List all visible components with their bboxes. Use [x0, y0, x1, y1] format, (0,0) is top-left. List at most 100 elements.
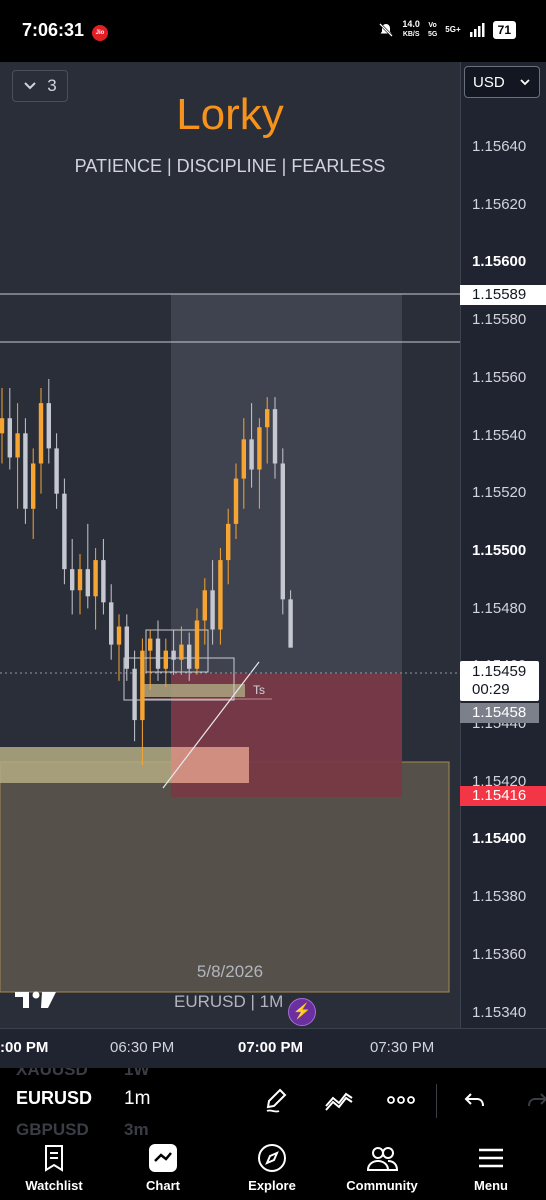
nav-chart-label: Chart: [146, 1178, 180, 1193]
price-tick-label: 1.15580: [472, 311, 527, 329]
price-tick-label: 1.15620: [472, 195, 527, 213]
indicators-button[interactable]: [324, 1085, 354, 1115]
mute-bell-icon: [379, 22, 394, 37]
time-tick-label: :00 PM: [0, 1039, 49, 1056]
candle-body: [101, 560, 106, 603]
price-tick-label: 1.15640: [472, 138, 527, 155]
candle-body: [163, 650, 168, 669]
bottom-navigation: Watchlist Chart Explore Community Menu: [0, 1136, 546, 1200]
candle-body: [155, 638, 161, 669]
brand-title: Lorky: [176, 90, 284, 139]
candle-body: [210, 590, 215, 630]
interval-picker-below[interactable]: 3m: [124, 1120, 149, 1136]
candlestick-chart[interactable]: [0, 62, 460, 1028]
price-tick-label: 1.15380: [472, 888, 527, 906]
currency-value: USD: [473, 74, 505, 91]
price-tick-label: 1.15520: [472, 484, 527, 502]
price-tick-label: 1.15340: [472, 1003, 527, 1021]
candle-body: [265, 409, 270, 428]
candle-body: [194, 620, 200, 669]
candle-body: [31, 463, 36, 509]
nav-explore-label: Explore: [248, 1178, 296, 1193]
symbol-picker[interactable]: EURUSD: [16, 1088, 92, 1109]
redo-icon: [528, 1093, 546, 1107]
current-price: 1.15459: [472, 663, 527, 680]
price-tick-label: 1.15400: [472, 830, 527, 848]
price-axis[interactable]: 1.15640 1.15620 1.15600 1.15580 1.15560 1.155…: [460, 62, 546, 1028]
candle-body: [202, 590, 207, 621]
compass-icon: [258, 1144, 286, 1172]
ts-zone: [143, 684, 245, 697]
candle-body: [46, 403, 51, 449]
nav-community-label: Community: [346, 1178, 418, 1193]
price-tick-label: 1.15500: [472, 541, 527, 559]
price-tick-label: 1.15600: [472, 253, 527, 271]
candle-body: [109, 602, 114, 645]
nav-explore[interactable]: Explore: [227, 1142, 317, 1193]
pen-icon: [266, 1088, 287, 1113]
interval-picker-above[interactable]: 1W: [124, 1068, 150, 1080]
time-tick-label: 07:30 PM: [370, 1039, 435, 1056]
battery-indicator: 71: [492, 20, 516, 39]
candle-body: [288, 599, 293, 648]
brand-subtitle: PATIENCE | DISCIPLINE | FEARLESS: [74, 156, 386, 176]
order-block-zone-highlight: [171, 747, 249, 783]
watchlist-icon: [45, 1145, 63, 1172]
chevron-down-icon: [520, 79, 530, 86]
nav-menu[interactable]: Menu: [446, 1142, 536, 1193]
undo-button[interactable]: [460, 1085, 490, 1115]
candle-body: [187, 644, 192, 669]
watermark-symbol: EURUSD | 1M: [174, 992, 284, 1011]
nav-watchlist-label: Watchlist: [25, 1178, 83, 1193]
more-horizontal-icon: [387, 1096, 415, 1104]
candle-body: [241, 439, 246, 479]
candle-body: [93, 560, 98, 597]
nav-community[interactable]: Community: [337, 1142, 427, 1193]
price-tick-label: 1.15480: [472, 599, 527, 617]
chart-toolbar: XAUUSD 1W EURUSD 1m GBPUSD 3m: [0, 1068, 546, 1136]
candle-body: [140, 650, 145, 721]
price-tick-label: 1.15360: [472, 945, 527, 963]
status-time: 7:06:31: [22, 20, 85, 40]
nav-chart[interactable]: Chart: [118, 1142, 208, 1193]
candle-body: [132, 668, 137, 721]
community-icon: [366, 1147, 398, 1171]
volte-indicator: Vo 5G: [427, 21, 438, 38]
bar-countdown: 00:29: [472, 681, 510, 698]
more-options-button[interactable]: [386, 1085, 416, 1115]
candle-body: [124, 626, 129, 669]
ts-label: Ts: [253, 683, 265, 697]
price-tag-previous: 1.15458: [460, 703, 539, 723]
candle-body: [280, 463, 285, 600]
candle-body: [77, 569, 83, 591]
lightning-button[interactable]: ⚡: [288, 998, 316, 1026]
carrier-badge: Jio: [92, 25, 108, 41]
symbol-picker-above[interactable]: XAUUSD: [16, 1068, 88, 1080]
nav-watchlist[interactable]: Watchlist: [9, 1142, 99, 1193]
candle-body: [0, 418, 5, 434]
candle-body: [148, 638, 153, 651]
chart-canvas[interactable]: 3 Lorky PATIENCE | DISCIPLINE | FEARLESS…: [0, 62, 460, 1028]
candle-body: [226, 523, 231, 561]
candle-body: [54, 448, 59, 494]
time-axis[interactable]: :00 PM 06:30 PM 07:00 PM 07:30 PM: [0, 1028, 546, 1068]
symbol-picker-below[interactable]: GBPUSD: [16, 1120, 89, 1136]
candle-body: [233, 478, 239, 524]
interval-picker[interactable]: 1m: [124, 1088, 150, 1110]
price-tag-stop: 1.15416: [460, 786, 546, 806]
candle-body: [179, 644, 184, 660]
indicators-icon: [325, 1092, 353, 1111]
candle-body: [85, 569, 90, 597]
drawing-tool-button[interactable]: [262, 1085, 292, 1115]
price-tick-label: 1.15560: [472, 368, 527, 386]
signal-icon: [469, 22, 485, 37]
candle-body: [15, 433, 20, 458]
currency-selector[interactable]: USD: [464, 66, 540, 98]
undo-icon: [464, 1093, 484, 1107]
candle-body: [249, 439, 254, 470]
watermark-date: 5/8/2026: [196, 962, 264, 981]
candle-body: [257, 427, 262, 470]
price-tag-level: 1.15589: [460, 285, 546, 305]
redo-button[interactable]: [522, 1085, 546, 1115]
price-tick-label: 1.15540: [472, 426, 527, 444]
